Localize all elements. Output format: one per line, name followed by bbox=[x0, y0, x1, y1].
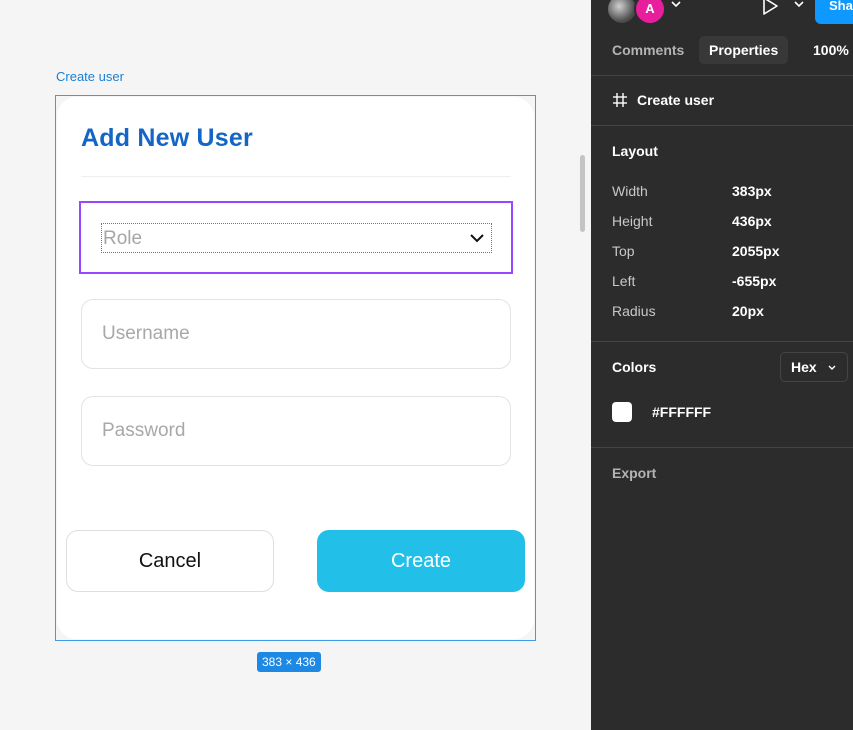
canvas-scrollbar[interactable] bbox=[580, 155, 585, 232]
password-input[interactable]: Password bbox=[81, 396, 511, 466]
avatar-initial[interactable]: A bbox=[634, 0, 666, 25]
divider bbox=[591, 75, 853, 76]
top-label: Top bbox=[612, 243, 635, 259]
zoom-level[interactable]: 100% bbox=[813, 36, 849, 64]
divider bbox=[591, 341, 853, 342]
chevron-down-icon bbox=[828, 365, 836, 370]
top-value[interactable]: 2055px bbox=[732, 243, 779, 259]
chevron-down-icon[interactable] bbox=[794, 0, 804, 8]
username-input[interactable]: Username bbox=[81, 299, 511, 369]
properties-panel: A Share Comments Properties 100% Create … bbox=[591, 0, 853, 730]
password-placeholder: Password bbox=[102, 420, 186, 441]
frame-name[interactable]: Create user bbox=[637, 92, 714, 108]
color-hex-value[interactable]: #FFFFFF bbox=[652, 404, 711, 420]
play-icon[interactable] bbox=[761, 0, 779, 16]
card-title: Add New User bbox=[81, 124, 253, 152]
design-canvas[interactable]: Create user Add New User Role Username P… bbox=[0, 0, 591, 730]
role-placeholder: Role bbox=[103, 228, 143, 249]
color-swatch[interactable] bbox=[612, 402, 632, 422]
color-format-select[interactable]: Hex bbox=[780, 352, 848, 382]
create-button[interactable]: Create bbox=[317, 530, 525, 592]
divider bbox=[591, 447, 853, 448]
chevron-down-icon bbox=[470, 234, 484, 243]
avatar[interactable] bbox=[606, 0, 638, 25]
width-label: Width bbox=[612, 183, 648, 199]
color-format-label: Hex bbox=[791, 359, 817, 375]
tab-comments[interactable]: Comments bbox=[612, 36, 684, 64]
left-label: Left bbox=[612, 273, 636, 289]
cancel-button[interactable]: Cancel bbox=[66, 530, 274, 592]
tab-properties[interactable]: Properties bbox=[699, 36, 789, 64]
height-label: Height bbox=[612, 213, 653, 229]
width-value[interactable]: 383px bbox=[732, 183, 772, 199]
colors-section-title: Colors bbox=[612, 359, 657, 375]
frame-icon bbox=[613, 93, 627, 107]
radius-label: Radius bbox=[612, 303, 656, 319]
role-select[interactable]: Role bbox=[79, 201, 513, 274]
chevron-down-icon[interactable] bbox=[671, 0, 681, 8]
divider bbox=[591, 125, 853, 126]
username-placeholder: Username bbox=[102, 323, 190, 344]
frame-label[interactable]: Create user bbox=[56, 69, 124, 84]
left-value[interactable]: -655px bbox=[732, 273, 776, 289]
export-section-title[interactable]: Export bbox=[612, 465, 656, 481]
size-badge: 383 × 436 bbox=[257, 652, 321, 672]
role-select-inner[interactable]: Role bbox=[101, 223, 492, 253]
title-divider bbox=[81, 176, 511, 177]
radius-value[interactable]: 20px bbox=[732, 303, 764, 319]
share-button[interactable]: Share bbox=[815, 0, 853, 24]
layout-section-title: Layout bbox=[612, 143, 658, 159]
height-value[interactable]: 436px bbox=[732, 213, 772, 229]
